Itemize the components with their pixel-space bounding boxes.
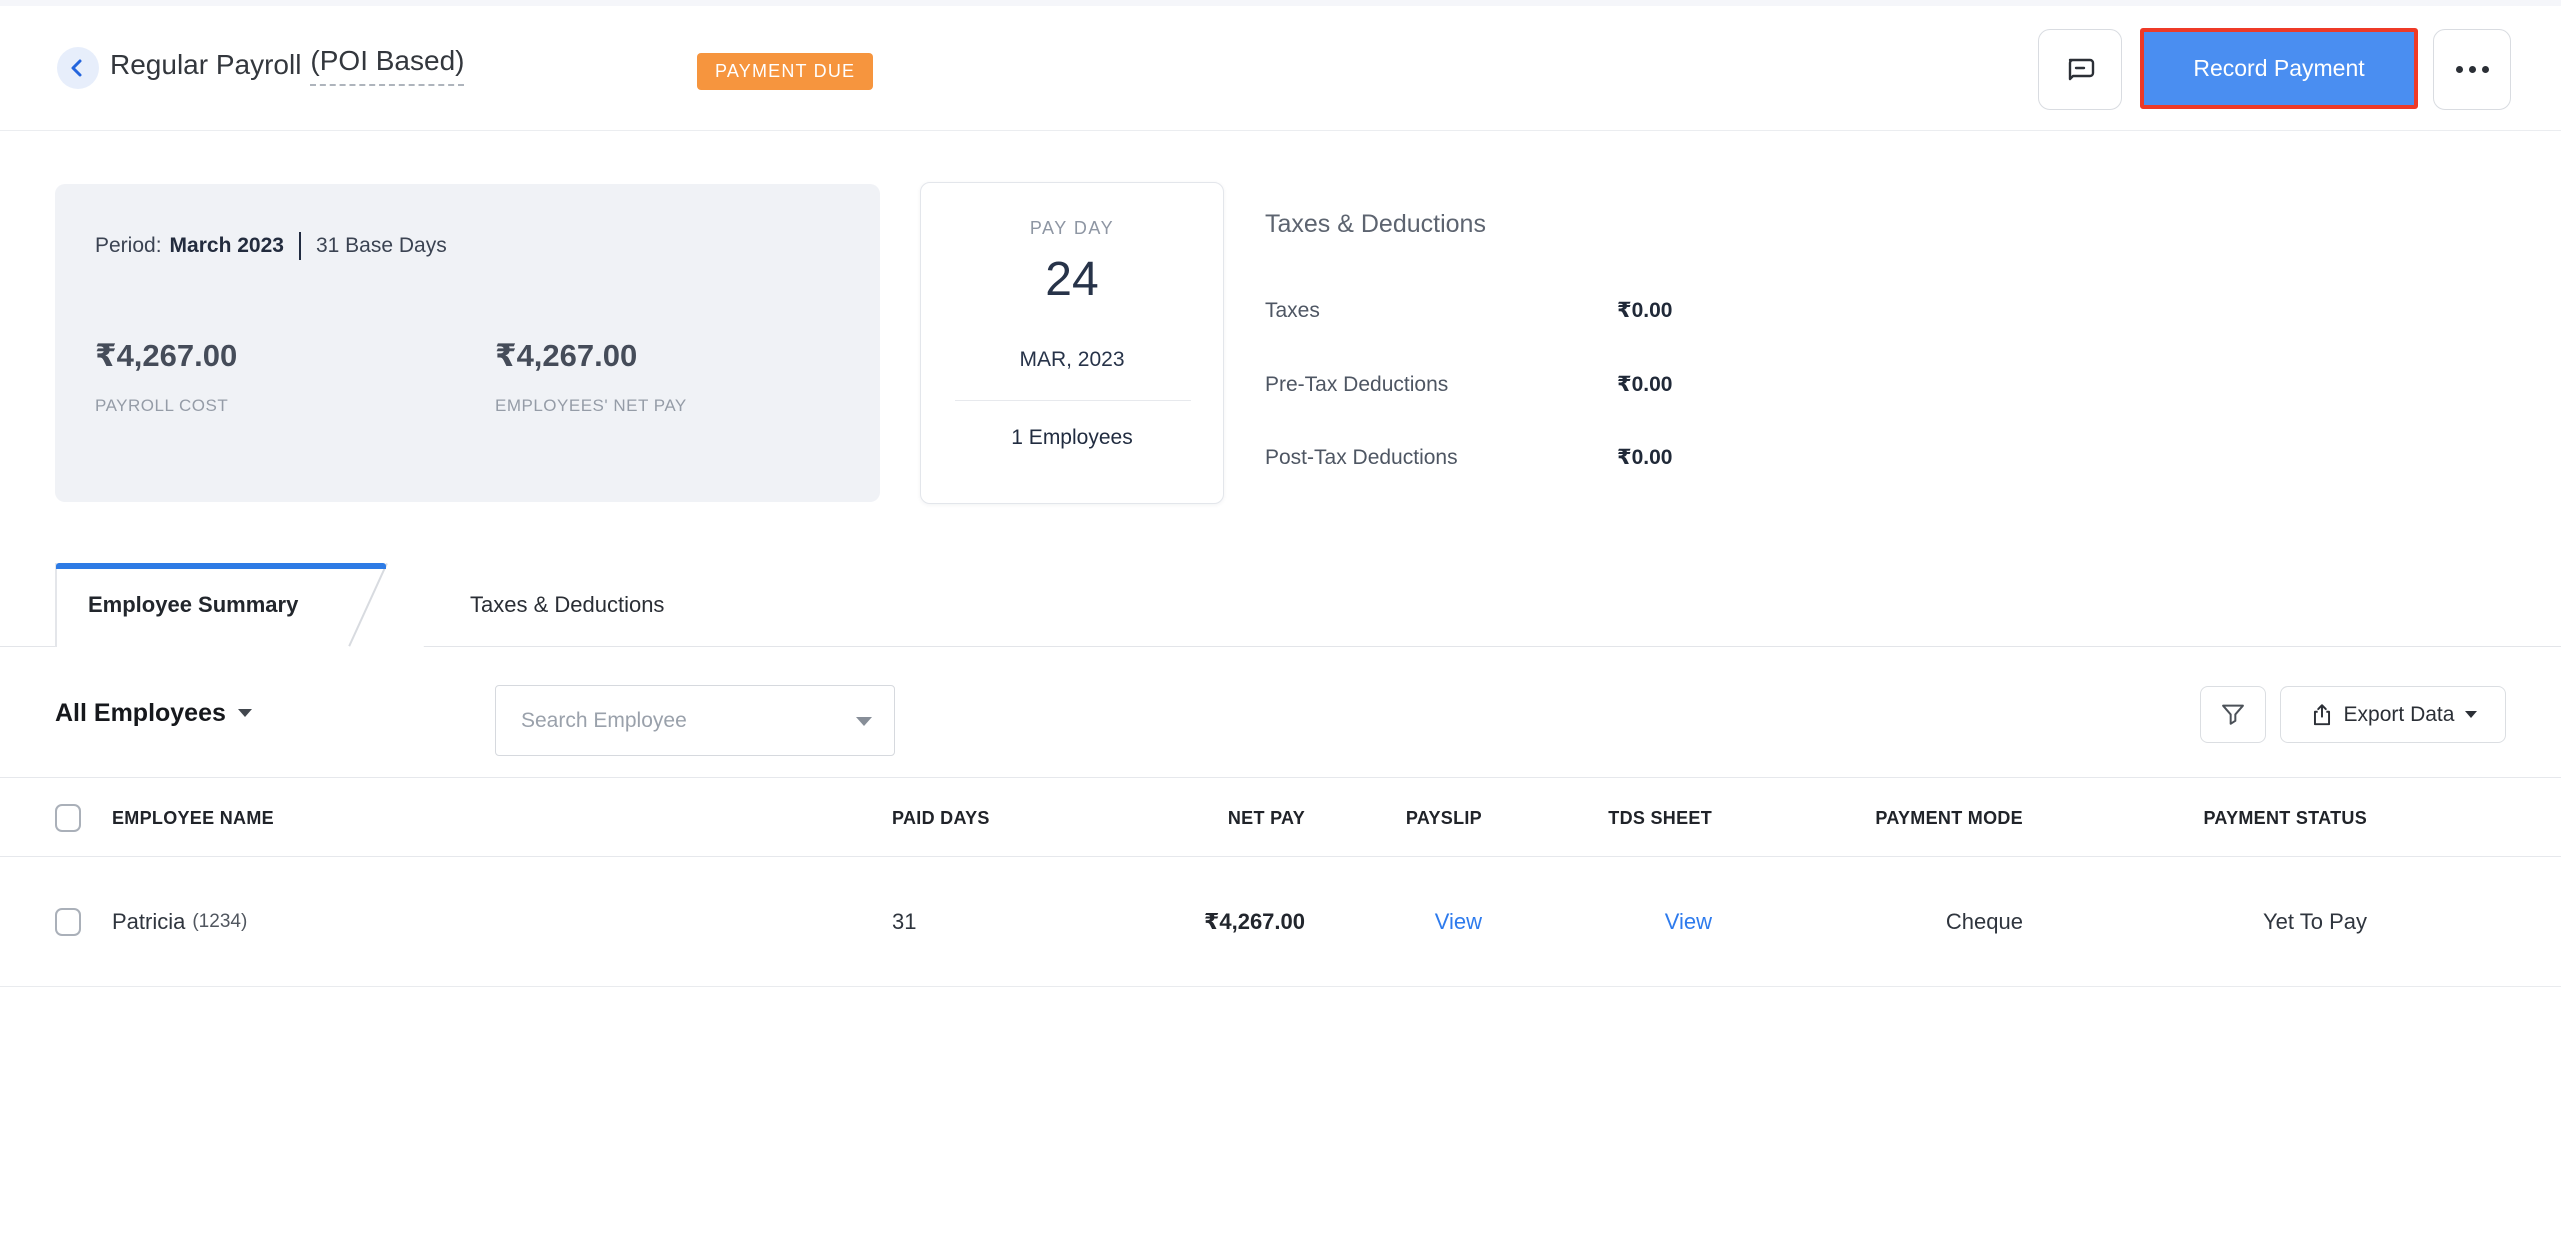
col-payment-status: PAYMENT STATUS (2203, 807, 2367, 828)
more-options-icon (2455, 66, 2489, 73)
page-title-suffix: (POI Based) (310, 45, 465, 86)
tab-left-border (55, 563, 57, 647)
chevron-down-icon (2465, 711, 2478, 718)
net-pay-label: EMPLOYEES' NET PAY (495, 396, 687, 415)
taxes-deductions-heading: Taxes & Deductions (1265, 210, 1486, 238)
pay-day-label: PAY DAY (1029, 218, 1115, 238)
cell-paid-days: 31 (892, 909, 917, 934)
period-label: Period: (95, 234, 162, 257)
payslip-view-link[interactable]: View (1435, 857, 1482, 987)
search-employee-box (495, 685, 895, 756)
table-header: EMPLOYEE NAME PAID DAYS NET PAY PAYSLIP … (0, 777, 2561, 857)
back-button[interactable] (57, 47, 99, 89)
payroll-cost-label: PAYROLL COST (95, 396, 229, 415)
payroll-page: Regular Payroll (POI Based) PAYMENT DUE … (0, 0, 2561, 1240)
filter-funnel-icon (2222, 704, 2244, 725)
search-employee-input[interactable] (506, 687, 863, 754)
employee-id: (1234) (192, 911, 248, 932)
tax-row-label: Pre-Tax Deductions (1265, 373, 1449, 396)
status-badge: PAYMENT DUE (697, 53, 874, 90)
cell-employee-name: Patricia (1234) (112, 857, 247, 987)
base-days: 31 Base Days (315, 234, 447, 257)
chevron-down-icon (237, 709, 252, 717)
chevron-left-icon (71, 59, 82, 77)
export-data-label: Export Data (2343, 702, 2455, 726)
comment-icon (2068, 58, 2095, 80)
tab-employee-summary-label[interactable]: Employee Summary (88, 563, 298, 647)
pay-day-number: 24 (1045, 253, 1099, 306)
col-payment-mode: PAYMENT MODE (1875, 807, 2023, 828)
pay-day-divider (955, 400, 1191, 401)
table-row: Patricia (1234) 31 ₹4,267.00 View View C… (0, 857, 2561, 987)
employee-filter-label: All Employees (55, 698, 226, 727)
period-value: March 2023 (169, 234, 284, 257)
select-all-checkbox[interactable] (55, 804, 81, 832)
pay-day-month: MAR, 2023 (1019, 348, 1125, 371)
tax-row-label: Post-Tax Deductions (1265, 446, 1458, 469)
net-pay-amount: ₹4,267.00 (495, 338, 638, 373)
employee-name: Patricia (112, 909, 186, 934)
filter-button[interactable] (2200, 686, 2266, 743)
col-payslip: PAYSLIP (1405, 807, 1482, 828)
cell-payment-mode: Cheque (1945, 909, 2023, 934)
export-icon (2313, 703, 2330, 725)
pay-day-employees: 1 Employees (1011, 426, 1133, 449)
tax-row-label: Taxes (1265, 299, 1320, 322)
employee-filter-dropdown[interactable]: All Employees (55, 682, 252, 744)
tax-row-value: ₹0.00 (1617, 299, 1673, 322)
col-net-pay: NET PAY (1227, 807, 1305, 828)
tab-taxes-deductions[interactable]: Taxes & Deductions (470, 563, 664, 647)
export-data-button[interactable]: Export Data (2280, 686, 2506, 743)
cell-payment-status: Yet To Pay (2263, 909, 2367, 934)
tds-sheet-view-link[interactable]: View (1665, 857, 1712, 987)
payroll-cost-amount: ₹4,267.00 (95, 338, 238, 373)
more-options-button[interactable] (2433, 29, 2511, 110)
col-paid-days: PAID DAYS (892, 807, 990, 828)
search-dropdown-caret-icon[interactable] (856, 717, 872, 726)
comment-button[interactable] (2038, 29, 2122, 110)
period-line: Period: March 2023 31 Base Days (95, 232, 447, 260)
row-checkbox[interactable] (55, 908, 81, 936)
period-separator (298, 232, 301, 260)
tax-row-value: ₹0.00 (1617, 446, 1673, 469)
page-title-main: Regular Payroll (110, 49, 302, 80)
page-title: Regular Payroll (POI Based) (110, 0, 465, 130)
tax-row-value: ₹0.00 (1617, 373, 1673, 396)
record-payment-button[interactable]: Record Payment (2140, 28, 2418, 109)
col-tds-sheet: TDS SHEET (1608, 807, 1712, 828)
col-employee-name: EMPLOYEE NAME (112, 807, 274, 828)
cell-net-pay: ₹4,267.00 (1204, 909, 1305, 934)
